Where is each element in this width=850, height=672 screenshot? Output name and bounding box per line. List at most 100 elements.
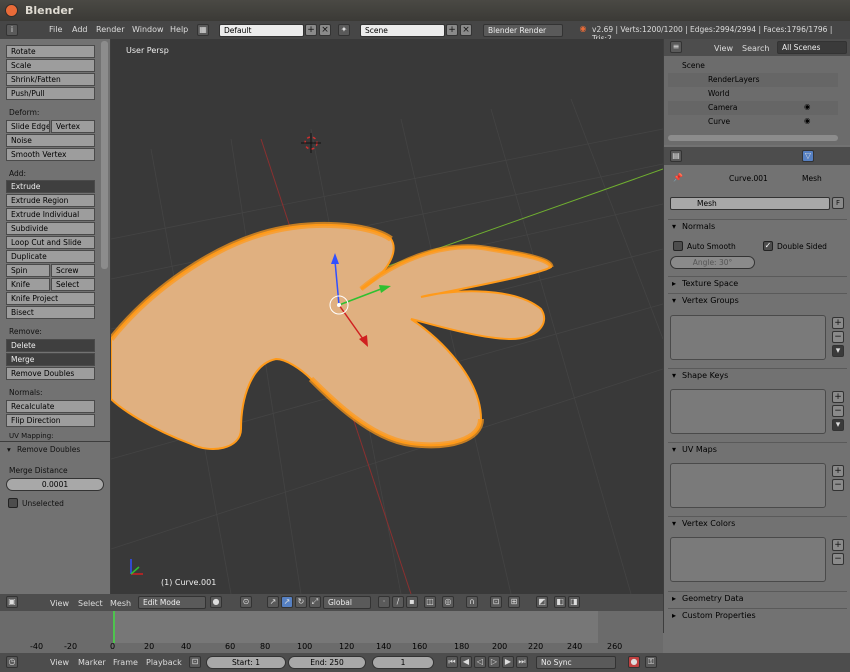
flip-direction-button[interactable]: Flip Direction [6,414,95,427]
current-frame-field[interactable]: 1 [372,656,434,669]
spin-button[interactable]: Spin [6,264,50,277]
remove-uv-map-icon[interactable]: − [832,479,844,491]
uv-maps-list[interactable] [670,463,826,508]
mesh-menu[interactable]: Mesh [110,599,131,608]
record-icon[interactable]: ● [628,656,640,668]
screw-button[interactable]: Screw [51,264,95,277]
scale-button[interactable]: Scale [6,59,95,72]
layout-icon[interactable]: ▦ [197,24,209,36]
layout-field[interactable]: Default [219,24,304,37]
orientation-select[interactable]: Global [323,596,371,609]
snap-element-icon[interactable]: ⊞ [508,596,520,608]
add-shape-key-icon[interactable]: + [832,391,844,403]
timeline-frame-menu[interactable]: Frame [113,658,138,667]
eye-icon[interactable]: ◉ [804,102,811,111]
duplicate-button[interactable]: Duplicate [6,250,95,263]
smooth-vertex-button[interactable]: Smooth Vertex [6,148,95,161]
preview-range-icon[interactable]: ⊡ [189,656,201,668]
knife-select-button[interactable]: Select [51,278,95,291]
uv-maps-panel-header[interactable]: ▾ UV Maps [668,442,847,456]
noise-button[interactable]: Noise [6,134,95,147]
operator-collapse-icon[interactable]: ▾ [7,445,11,454]
end-frame-field[interactable]: End: 250 [288,656,366,669]
shape-keys-panel-header[interactable]: ▾ Shape Keys [668,368,847,382]
jump-keyframe-back-icon[interactable]: ◀ [460,656,472,668]
3d-cursor[interactable] [301,133,321,153]
mesh-object[interactable] [111,221,554,450]
normals-panel-header[interactable]: ▾ Normals [668,219,847,233]
face-select-icon[interactable]: ▪ [406,596,418,608]
vertex-group-specials-icon[interactable]: ▾ [832,345,844,357]
vertex-groups-panel-header[interactable]: ▾ Vertex Groups [668,293,847,307]
jump-start-icon[interactable]: ⏮ [446,656,458,668]
timeline-view-menu[interactable]: View [50,658,69,667]
camera-render-icon[interactable]: ◧ [554,596,566,608]
remove-doubles-button[interactable]: Remove Doubles [6,367,95,380]
snap-icon[interactable]: ⊡ [490,596,502,608]
outliner-row-world[interactable]: World [668,87,838,101]
eye-icon[interactable]: ◉ [804,116,811,125]
double-sided-checkbox[interactable]: ✓ [763,241,773,251]
play-icon[interactable]: ▷ [488,656,500,668]
pivot-icon[interactable]: ⊙ [240,596,252,608]
push-pull-button[interactable]: Push/Pull [6,87,95,100]
subdivide-button[interactable]: Subdivide [6,222,95,235]
close-window-button[interactable] [5,4,18,17]
3d-viewport[interactable]: User Persp (1) Curve.001 [111,39,663,594]
fake-user-button[interactable]: F [832,197,844,209]
editor-type-icon[interactable]: i [6,24,18,36]
merge-distance-field[interactable]: 0.0001 [6,478,104,491]
mode-select[interactable]: Edit Mode [138,596,206,609]
extrude-individual-button[interactable]: Extrude Individual [6,208,95,221]
render-preview-icon[interactable]: ◩ [536,596,548,608]
knife-project-button[interactable]: Knife Project [6,292,95,305]
jump-keyframe-forward-icon[interactable]: ▶ [502,656,514,668]
add-layout-icon[interactable]: + [305,24,317,36]
rotate-icon[interactable]: ↻ [295,596,307,608]
view-menu[interactable]: View [50,599,69,608]
proportional-edit-icon[interactable]: ◎ [442,596,454,608]
remove-vertex-group-icon[interactable]: − [832,331,844,343]
scene-field[interactable]: Scene [360,24,445,37]
slide-edge-button[interactable]: Slide Edge [6,120,50,133]
falloff-icon[interactable]: ∩ [466,596,478,608]
view3d-editor-icon[interactable]: ▣ [6,596,18,608]
shading-icon[interactable]: ● [210,596,222,608]
pin-icon[interactable]: 📌 [673,173,683,182]
remove-scene-icon[interactable]: × [460,24,472,36]
menu-window[interactable]: Window [132,25,164,34]
shrink-fatten-button[interactable]: Shrink/Fatten [6,73,95,86]
vertex-colors-list[interactable] [670,537,826,582]
render-engine-select[interactable]: Blender Render [483,24,563,37]
start-frame-field[interactable]: Start: 1 [206,656,286,669]
properties-editor-icon[interactable]: ▤ [670,150,682,162]
remove-vertex-color-icon[interactable]: − [832,553,844,565]
outliner-row-scene[interactable]: Scene [668,59,838,73]
merge-select[interactable]: Merge [6,353,95,366]
translate-icon[interactable]: ↗ [281,596,293,608]
add-scene-icon[interactable]: + [446,24,458,36]
outliner-row-renderlayers[interactable]: RenderLayers [668,73,838,87]
vertex-select-icon[interactable]: · [378,596,390,608]
jump-end-icon[interactable]: ⏭ [516,656,528,668]
keying-set-icon[interactable]: ⚿ [645,656,657,668]
delete-select[interactable]: Delete [6,339,95,352]
outliner-row-curve[interactable]: Curve ◉ [668,115,838,129]
knife-button[interactable]: Knife [6,278,50,291]
scene-icon[interactable]: ✦ [338,24,350,36]
custom-properties-panel-header[interactable]: ▸ Custom Properties [668,608,847,622]
outliner-display-mode[interactable]: All Scenes [777,41,847,54]
rotate-button[interactable]: Rotate [6,45,95,58]
loop-cut-button[interactable]: Loop Cut and Slide [6,236,95,249]
extrude-region-button[interactable]: Extrude Region [6,194,95,207]
render-anim-icon[interactable]: ◨ [568,596,580,608]
bisect-button[interactable]: Bisect [6,306,95,319]
timeline-editor-icon[interactable]: ◷ [6,656,18,668]
outliner-scrollbar[interactable] [668,135,838,141]
outliner-row-camera[interactable]: Camera ◉ [668,101,838,115]
current-frame-marker[interactable] [113,611,115,643]
texture-space-panel-header[interactable]: ▸ Texture Space [668,276,847,290]
unselected-checkbox[interactable] [8,498,18,508]
menu-add[interactable]: Add [72,25,88,34]
sync-mode-select[interactable]: No Sync [536,656,616,669]
